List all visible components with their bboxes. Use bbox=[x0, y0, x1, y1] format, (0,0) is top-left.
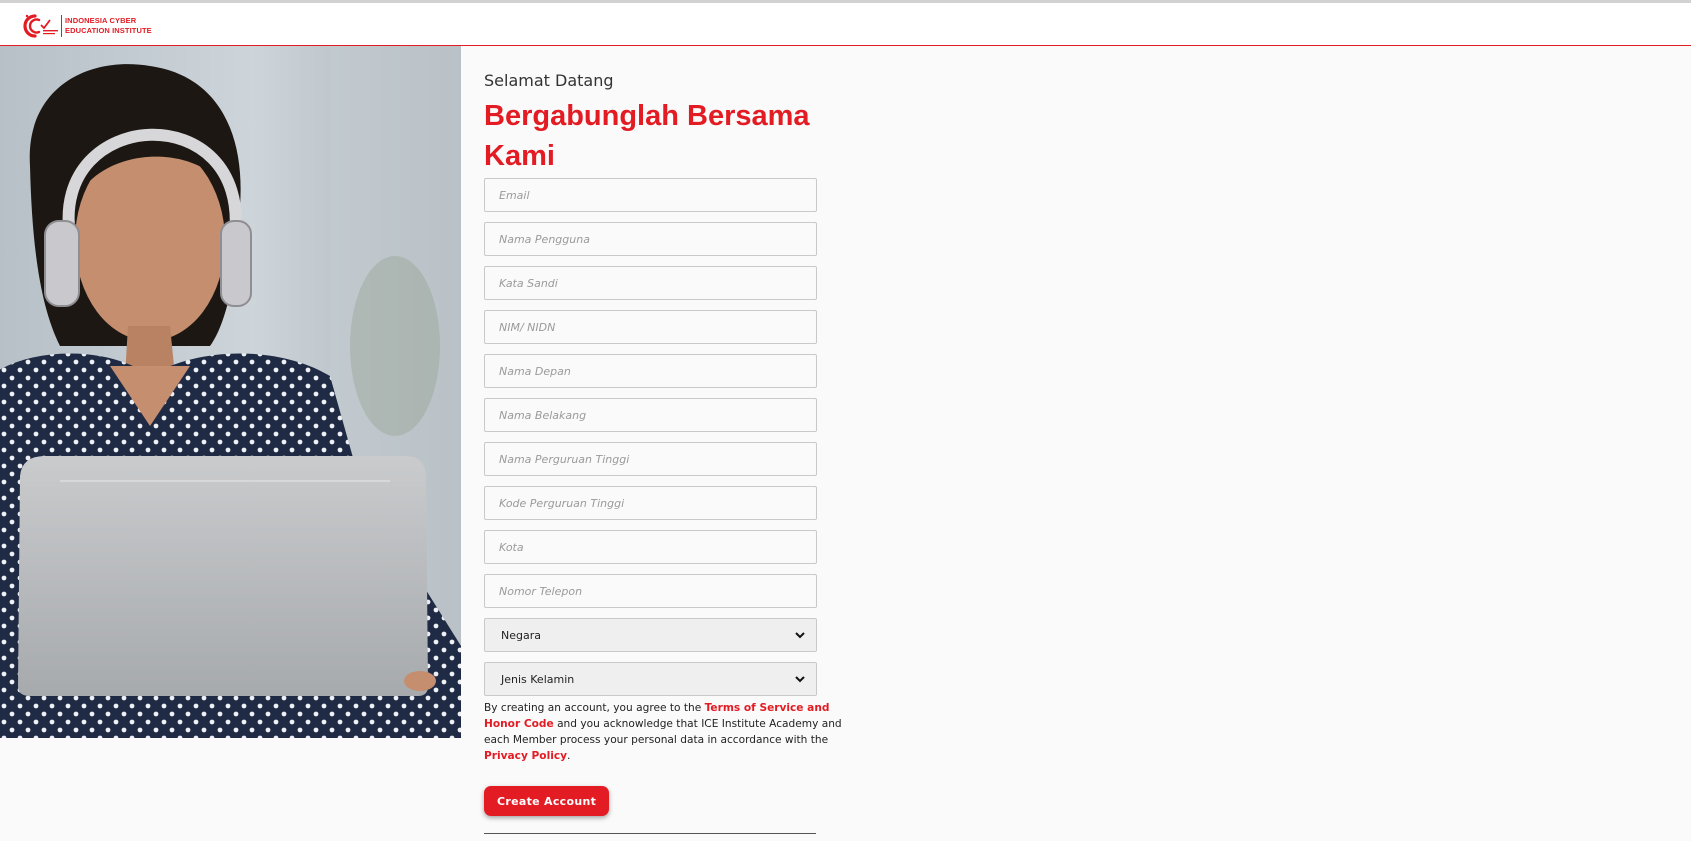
welcome-text: Selamat Datang bbox=[484, 71, 614, 90]
nim-nidn-field[interactable] bbox=[484, 310, 817, 344]
logo-line-1: INDONESIA CYBER bbox=[65, 16, 137, 25]
last-name-field[interactable] bbox=[484, 398, 817, 432]
privacy-policy-link[interactable]: Privacy Policy bbox=[484, 750, 567, 762]
hero-image bbox=[0, 46, 461, 738]
country-select[interactable]: Negara bbox=[484, 618, 817, 652]
site-header: INDONESIA CYBER EDUCATION INSTITUTE bbox=[0, 3, 1691, 46]
city-field[interactable] bbox=[484, 530, 817, 564]
logo-wordmark: INDONESIA CYBER EDUCATION INSTITUTE bbox=[65, 16, 152, 36]
logo-line-2: EDUCATION INSTITUTE bbox=[65, 26, 152, 35]
site-logo[interactable]: INDONESIA CYBER EDUCATION INSTITUTE bbox=[20, 12, 152, 40]
chevron-down-icon bbox=[795, 676, 805, 683]
chevron-down-icon bbox=[795, 632, 805, 639]
logo-separator bbox=[61, 15, 62, 37]
first-name-field[interactable] bbox=[484, 354, 817, 388]
university-name-field[interactable] bbox=[484, 442, 817, 476]
email-field[interactable] bbox=[484, 178, 817, 212]
terms-notice: By creating an account, you agree to the… bbox=[484, 700, 844, 764]
form-divider bbox=[484, 833, 816, 834]
terms-text-1: By creating an account, you agree to the bbox=[484, 702, 705, 714]
woman-laptop-illustration bbox=[0, 46, 461, 738]
phone-field[interactable] bbox=[484, 574, 817, 608]
gender-select[interactable]: Jenis Kelamin bbox=[484, 662, 817, 696]
page-headline: Bergabunglah Bersama Kami bbox=[484, 100, 810, 172]
ice-logo-icon bbox=[23, 14, 58, 38]
password-field[interactable] bbox=[484, 266, 817, 300]
terms-text-3: . bbox=[567, 750, 571, 762]
create-account-button[interactable]: Create Account bbox=[484, 786, 610, 816]
gender-select-value: Jenis Kelamin bbox=[501, 672, 575, 686]
country-select-value: Negara bbox=[501, 628, 541, 642]
username-field[interactable] bbox=[484, 222, 817, 256]
university-code-field[interactable] bbox=[484, 486, 817, 520]
